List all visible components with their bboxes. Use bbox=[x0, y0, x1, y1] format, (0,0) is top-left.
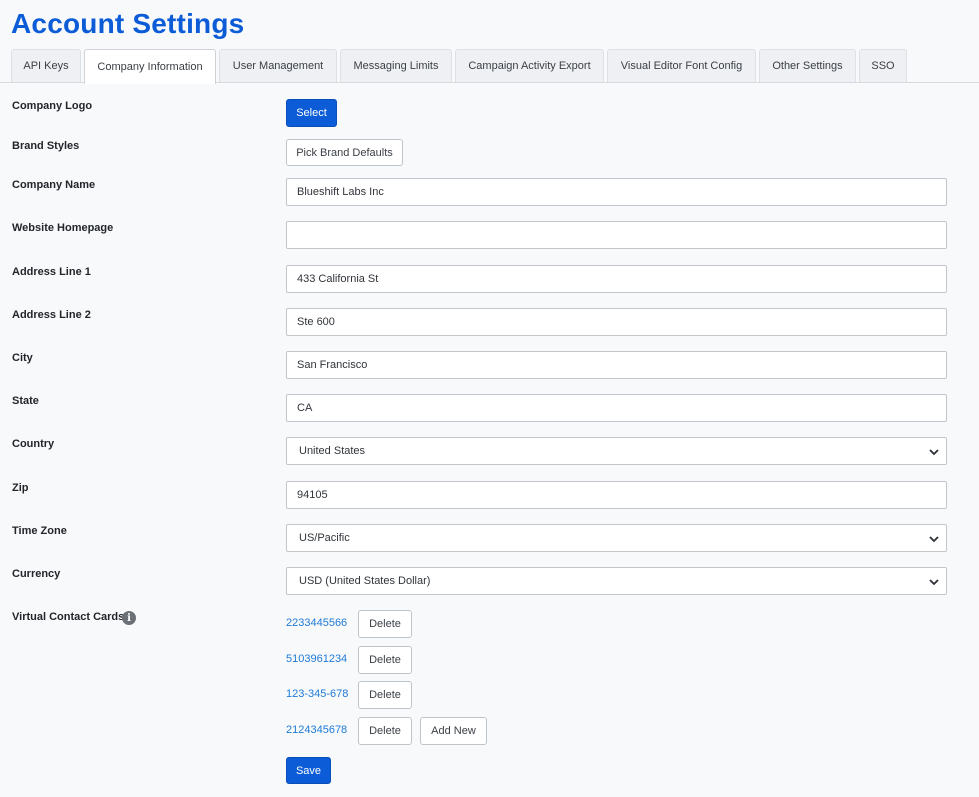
tab-campaign-activity-export[interactable]: Campaign Activity Export bbox=[455, 49, 604, 82]
address-line-2-label: Address Line 2 bbox=[12, 309, 91, 321]
tab-messaging-limits[interactable]: Messaging Limits bbox=[340, 49, 452, 82]
add-new-contact-card-button[interactable]: Add New bbox=[420, 717, 487, 745]
currency-select-value: USD (United States Dollar) bbox=[299, 575, 431, 587]
company-logo-label: Company Logo bbox=[12, 100, 93, 112]
address-line-1-input[interactable] bbox=[286, 265, 947, 293]
tab-other-settings[interactable]: Other Settings bbox=[759, 49, 856, 82]
page-title: Account Settings bbox=[11, 8, 245, 39]
country-select[interactable]: United States bbox=[286, 437, 947, 465]
delete-contact-card-button[interactable]: Delete bbox=[358, 646, 412, 674]
settings-tabs: API Keys Company Information User Manage… bbox=[0, 49, 979, 84]
contact-card-link[interactable]: 5103961234 bbox=[286, 653, 347, 665]
info-icon[interactable]: i bbox=[122, 611, 136, 625]
address-line-1-label: Address Line 1 bbox=[12, 266, 91, 278]
website-homepage-input[interactable] bbox=[286, 221, 947, 249]
country-label: Country bbox=[12, 438, 55, 450]
currency-label: Currency bbox=[12, 568, 61, 580]
currency-select[interactable]: USD (United States Dollar) bbox=[286, 567, 947, 595]
time-zone-select-value: US/Pacific bbox=[299, 532, 350, 544]
company-name-label: Company Name bbox=[12, 179, 96, 191]
contact-card-link[interactable]: 2233445566 bbox=[286, 617, 347, 629]
save-button[interactable]: Save bbox=[286, 757, 331, 784]
chevron-down-icon bbox=[929, 449, 939, 456]
zip-label: Zip bbox=[12, 482, 29, 494]
zip-input[interactable] bbox=[286, 481, 947, 509]
tab-api-keys[interactable]: API Keys bbox=[11, 49, 81, 82]
time-zone-select[interactable]: US/Pacific bbox=[286, 524, 947, 552]
city-input[interactable] bbox=[286, 351, 947, 379]
contact-card-link[interactable]: 123-345-678 bbox=[286, 688, 348, 700]
tab-user-management[interactable]: User Management bbox=[219, 49, 337, 82]
address-line-2-input[interactable] bbox=[286, 308, 947, 336]
pick-brand-defaults-button[interactable]: Pick Brand Defaults bbox=[286, 139, 403, 166]
tab-visual-editor-font-config[interactable]: Visual Editor Font Config bbox=[607, 49, 756, 82]
delete-contact-card-button[interactable]: Delete bbox=[358, 610, 412, 638]
country-select-value: United States bbox=[299, 445, 366, 457]
select-logo-button[interactable]: Select bbox=[286, 99, 337, 127]
company-name-input[interactable] bbox=[286, 178, 947, 206]
state-label: State bbox=[12, 395, 39, 407]
state-input[interactable] bbox=[286, 394, 947, 422]
chevron-down-icon bbox=[929, 536, 939, 543]
brand-styles-label: Brand Styles bbox=[12, 140, 80, 152]
chevron-down-icon bbox=[929, 579, 939, 586]
virtual-contact-cards-label: Virtual Contact Cards bbox=[12, 611, 125, 623]
delete-contact-card-button[interactable]: Delete bbox=[358, 717, 412, 745]
time-zone-label: Time Zone bbox=[12, 525, 67, 537]
website-homepage-label: Website Homepage bbox=[12, 222, 114, 234]
tab-company-information[interactable]: Company Information bbox=[84, 49, 216, 84]
delete-contact-card-button[interactable]: Delete bbox=[358, 681, 412, 709]
city-label: City bbox=[12, 352, 33, 364]
tab-sso[interactable]: SSO bbox=[859, 49, 907, 82]
contact-card-link[interactable]: 2124345678 bbox=[286, 724, 347, 736]
